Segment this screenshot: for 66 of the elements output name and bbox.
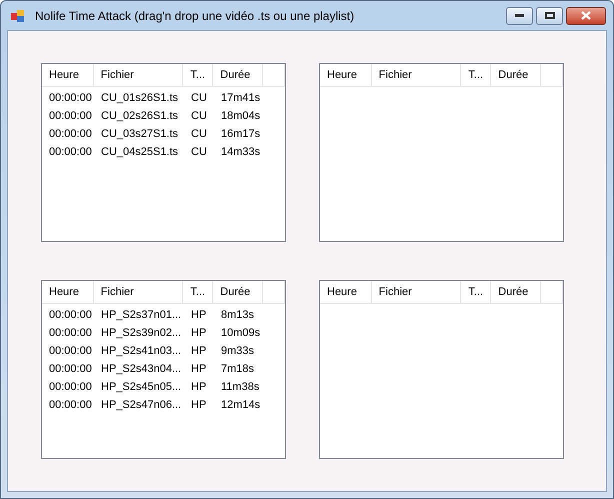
table-cell-text: 16m17s [220, 126, 262, 142]
column-header[interactable]: T... [461, 64, 492, 86]
column-header[interactable]: Heure [320, 64, 372, 86]
table-cell-text: HP [190, 344, 208, 359]
column-header[interactable]: Durée [491, 64, 542, 86]
file-list[interactable]: Heure Fichier T... Durée [319, 280, 564, 459]
window-title: Nolife Time Attack (drag'n drop une vidéo .ts ou une playlist) [35, 8, 354, 24]
table-cell-text: HP_S2s45n05... [100, 380, 182, 395]
column-header[interactable]: Durée [213, 64, 264, 86]
table-cell-text: CU_01s26S1.ts [100, 90, 180, 106]
column-header[interactable]: Durée [213, 281, 264, 303]
table-cell-text: 00:00:00 [48, 90, 93, 106]
table-cell-text: CU [190, 90, 208, 106]
file-list[interactable]: Heure Fichier T... Durée 00:00:00 CU_01s26S1.ts CU 17m41s 00:00:00 CU_02s26S1.ts CU 18m04s 00:00:00 CU_03s27S1.ts CU 16m17s 00:00:00 CU_04s25S1.ts CU 14m33s [41, 63, 286, 242]
table-cell-text: 00:00:00 [48, 362, 93, 377]
table-cell-text: CU [190, 126, 208, 142]
table-cell-text: 00:00:00 [48, 308, 93, 323]
column-header[interactable]: Heure [320, 281, 372, 303]
table-cell-text: 00:00:00 [48, 108, 93, 124]
table-cell-text: HP_S2s39n02... [100, 326, 182, 341]
table-cell-text: 9m33s [220, 344, 256, 359]
table-cell-text: CU_02s26S1.ts [100, 108, 180, 124]
table-cell-text: CU [190, 144, 208, 160]
table-cell-text: HP_S2s37n01... [100, 308, 182, 323]
column-header[interactable]: Heure [42, 281, 94, 303]
table-cell-text: 00:00:00 [48, 380, 93, 395]
table-cell-text: HP [190, 398, 208, 413]
table-cell-text: CU_04s25S1.ts [100, 144, 180, 160]
table-cell-text: HP [190, 308, 208, 323]
close-button[interactable] [566, 6, 606, 24]
table-cell-text: 00:00:00 [48, 398, 93, 413]
table-cell-text: 00:00:00 [48, 126, 93, 142]
app-icon [11, 8, 25, 22]
table-cell-text: 7m18s [220, 362, 256, 377]
column-header[interactable]: Fichier [372, 64, 462, 86]
column-header[interactable]: T... [183, 64, 214, 86]
minimize-button[interactable] [506, 6, 533, 24]
maximize-button[interactable] [536, 6, 563, 24]
column-header[interactable]: Fichier [94, 281, 184, 303]
table-cell-text: HP [190, 380, 208, 395]
table-cell-text: 17m41s [220, 90, 262, 106]
table-cell-text: CU_03s27S1.ts [100, 126, 180, 142]
table-cell-text: 00:00:00 [48, 144, 93, 160]
table-cell-text: 00:00:00 [48, 326, 93, 341]
file-list[interactable] [41, 280, 286, 459]
column-header[interactable]: Fichier [94, 64, 184, 86]
column-header[interactable]: Durée [491, 281, 542, 303]
table-cell-text: CU [190, 108, 208, 124]
column-header[interactable]: Heure [42, 64, 94, 86]
column-header[interactable]: Fichier [372, 281, 462, 303]
table-cell-text: HP [190, 362, 208, 377]
table-cell-text: HP_S2s43n04... [100, 362, 182, 377]
table-cell-text: HP_S2s47n06... [100, 398, 182, 413]
table-cell-text: 8m13s [220, 308, 256, 323]
column-header[interactable]: T... [461, 281, 492, 303]
table-cell-text: 11m38s [220, 380, 260, 395]
column-header[interactable]: T... [183, 281, 214, 303]
table-cell-text: 10m09s [220, 326, 262, 341]
table-cell-text: 00:00:00 [48, 344, 93, 359]
table-cell-text: HP_S2s41n03... [100, 344, 182, 359]
table-cell-text: 12m14s [220, 398, 262, 413]
close-icon [581, 11, 591, 20]
table-cell-text: 18m04s [220, 108, 262, 124]
table-cell-text: HP [190, 326, 208, 341]
table-cell-text: 14m33s [220, 144, 262, 160]
file-list[interactable]: Heure Fichier T... Durée [319, 63, 564, 242]
